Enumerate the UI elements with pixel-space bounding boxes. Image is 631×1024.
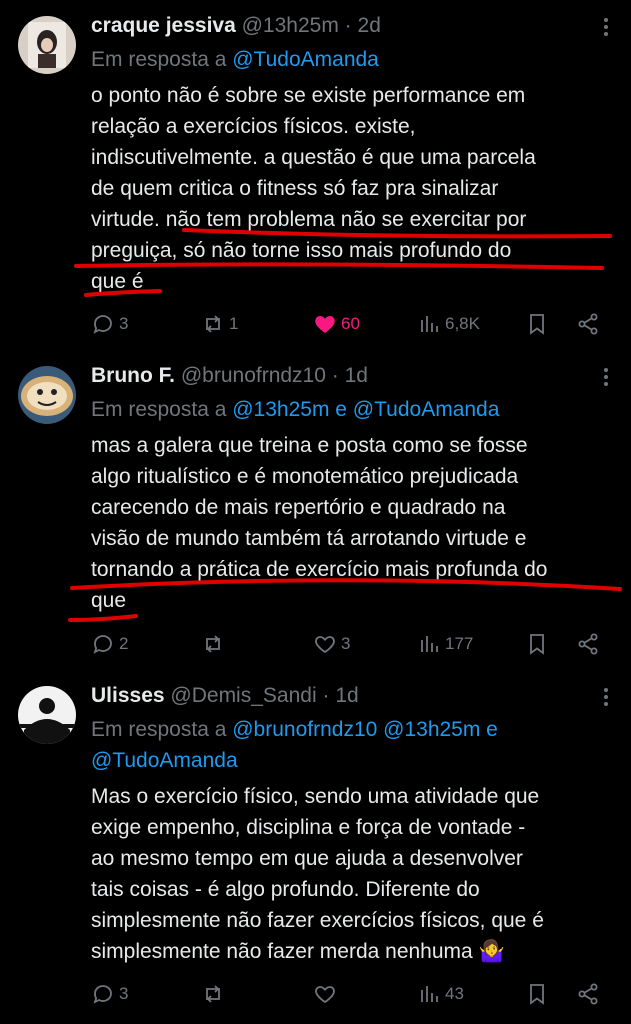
reply-icon bbox=[93, 985, 112, 1004]
view-count: 177 bbox=[445, 634, 474, 653]
more-options-icon[interactable] bbox=[603, 688, 609, 710]
text-line: exige empenho, disciplina e força de von… bbox=[91, 816, 526, 839]
text-line: simplesmente não fazer merda nenhuma 🤷‍♀… bbox=[91, 940, 505, 963]
like-button[interactable]: 3 bbox=[313, 629, 350, 659]
bookmark-icon bbox=[530, 634, 544, 655]
repost-icon bbox=[206, 985, 220, 1003]
text-line: visão de mundo também tá arrotando virtu… bbox=[91, 527, 527, 550]
text-line: que bbox=[91, 589, 127, 612]
timestamp[interactable]: 1d bbox=[335, 684, 358, 707]
text-line: Mas o exercício físico, sendo uma ativid… bbox=[91, 785, 540, 808]
like-button[interactable]: 60 bbox=[313, 309, 360, 339]
avatar[interactable] bbox=[18, 16, 76, 74]
text-line: carecendo de mais repertório e quadrado … bbox=[91, 496, 506, 519]
heart-icon bbox=[315, 986, 335, 1004]
avatar[interactable] bbox=[18, 366, 76, 424]
text-line: algo ritualístico e é monotemático preju… bbox=[91, 465, 519, 488]
dot-separator: · bbox=[322, 684, 330, 707]
reply-count: 2 bbox=[119, 634, 129, 653]
repost-button[interactable] bbox=[201, 979, 229, 1009]
reply-count: 3 bbox=[119, 314, 129, 333]
text-line: simplesmente não fazer exercícios físico… bbox=[91, 909, 544, 932]
views-icon bbox=[421, 316, 438, 332]
more-options-icon[interactable] bbox=[603, 368, 609, 390]
bookmark-button[interactable] bbox=[525, 629, 549, 659]
tweet-text: Mas o exercício físico, sendo uma ativid… bbox=[91, 781, 611, 967]
reply-icon bbox=[93, 635, 112, 654]
text-line: tornando a prática de exercício mais pro… bbox=[91, 558, 548, 581]
reply-button[interactable]: 3 bbox=[91, 979, 128, 1009]
share-icon bbox=[578, 633, 598, 655]
views-button[interactable]: 177 bbox=[417, 629, 473, 659]
heart-filled-icon bbox=[315, 316, 335, 333]
views-icon bbox=[421, 986, 438, 1002]
text-line: ao mesmo tempo em que ajuda a desenvolve… bbox=[91, 847, 523, 870]
text-line: preguiça, só não torne isso mais profund… bbox=[91, 239, 512, 262]
action-bar: 3 43 bbox=[91, 979, 611, 1009]
reply-context: Em resposta a @13h25m e @TudoAmanda bbox=[91, 394, 499, 425]
tweet-text: o ponto não é sobre se existe performanc… bbox=[91, 80, 611, 297]
more-options-icon[interactable] bbox=[603, 18, 609, 40]
like-button[interactable] bbox=[313, 979, 341, 1009]
reply-mention[interactable]: @TudoAmanda bbox=[232, 48, 379, 71]
dot-separator: · bbox=[344, 14, 352, 37]
view-count: 6,8K bbox=[445, 314, 480, 333]
text-line: tais coisas - é algo profundo. Diferente… bbox=[91, 878, 480, 901]
repost-count: 1 bbox=[229, 314, 239, 333]
handle[interactable]: @brunofrndz10 bbox=[181, 364, 326, 387]
reply-button[interactable]: 2 bbox=[91, 629, 128, 659]
display-name[interactable]: Ulisses bbox=[91, 684, 165, 707]
reply-prefix: Em resposta a bbox=[91, 398, 233, 421]
avatar[interactable] bbox=[18, 686, 76, 744]
text-line: indiscutivelmente. a questão é que uma p… bbox=[91, 146, 536, 169]
timestamp[interactable]: 2d bbox=[358, 14, 381, 37]
views-button[interactable]: 6,8K bbox=[417, 309, 480, 339]
heart-icon bbox=[315, 636, 335, 654]
share-icon bbox=[578, 983, 598, 1005]
repost-button[interactable]: 1 bbox=[201, 309, 238, 339]
reply-mention[interactable]: @TudoAmanda bbox=[91, 745, 498, 776]
bookmark-icon bbox=[530, 314, 544, 335]
reply-button[interactable]: 3 bbox=[91, 309, 128, 339]
handle[interactable]: @13h25m bbox=[242, 14, 339, 37]
underline-stroke bbox=[68, 614, 138, 622]
tweet-text: mas a galera que treina e posta como se … bbox=[91, 430, 611, 616]
share-button[interactable] bbox=[576, 979, 600, 1009]
share-button[interactable] bbox=[576, 309, 600, 339]
reply-prefix: Em resposta a bbox=[91, 48, 233, 71]
reply-context: Em resposta a @brunofrndz10 @13h25m e @T… bbox=[91, 714, 498, 776]
repost-icon bbox=[206, 315, 220, 333]
bookmark-button[interactable] bbox=[525, 979, 549, 1009]
text-line: o ponto não é sobre se existe performanc… bbox=[91, 84, 526, 107]
text-line: relação a exercícios físicos. existe, bbox=[91, 115, 416, 138]
display-name[interactable]: Bruno F. bbox=[91, 364, 175, 387]
reply-mention[interactable]: @13h25m e @TudoAmanda bbox=[232, 398, 499, 421]
reply-context: Em resposta a @TudoAmanda bbox=[91, 44, 379, 75]
view-count: 43 bbox=[445, 984, 464, 1003]
dot-separator: · bbox=[331, 364, 339, 387]
views-icon bbox=[421, 636, 438, 652]
reply-prefix: Em resposta a bbox=[91, 718, 233, 741]
reply-icon bbox=[93, 315, 112, 334]
handle[interactable]: @Demis_Sandi bbox=[170, 684, 316, 707]
action-bar: 3 1 60 6,8K bbox=[91, 309, 611, 339]
reply-count: 3 bbox=[119, 984, 129, 1003]
display-name[interactable]: craque jessiva bbox=[91, 14, 236, 37]
text-line: de quem critica o fitness só faz pra sin… bbox=[91, 177, 499, 200]
bookmark-button[interactable] bbox=[525, 309, 549, 339]
action-bar: 2 3 177 bbox=[91, 629, 611, 659]
share-button[interactable] bbox=[576, 629, 600, 659]
text-line: mas a galera que treina e posta como se … bbox=[91, 434, 528, 457]
repost-icon bbox=[206, 635, 220, 653]
like-count: 3 bbox=[341, 634, 351, 653]
bookmark-icon bbox=[530, 984, 544, 1005]
reply-mention[interactable]: @brunofrndz10 @13h25m e bbox=[232, 718, 498, 741]
repost-button[interactable] bbox=[201, 629, 229, 659]
like-count: 60 bbox=[341, 314, 360, 333]
views-button[interactable]: 43 bbox=[417, 979, 464, 1009]
text-line: que é bbox=[91, 270, 144, 293]
text-line: virtude. não tem problema não se exercit… bbox=[91, 208, 527, 231]
timestamp[interactable]: 1d bbox=[345, 364, 368, 387]
share-icon bbox=[578, 313, 598, 335]
